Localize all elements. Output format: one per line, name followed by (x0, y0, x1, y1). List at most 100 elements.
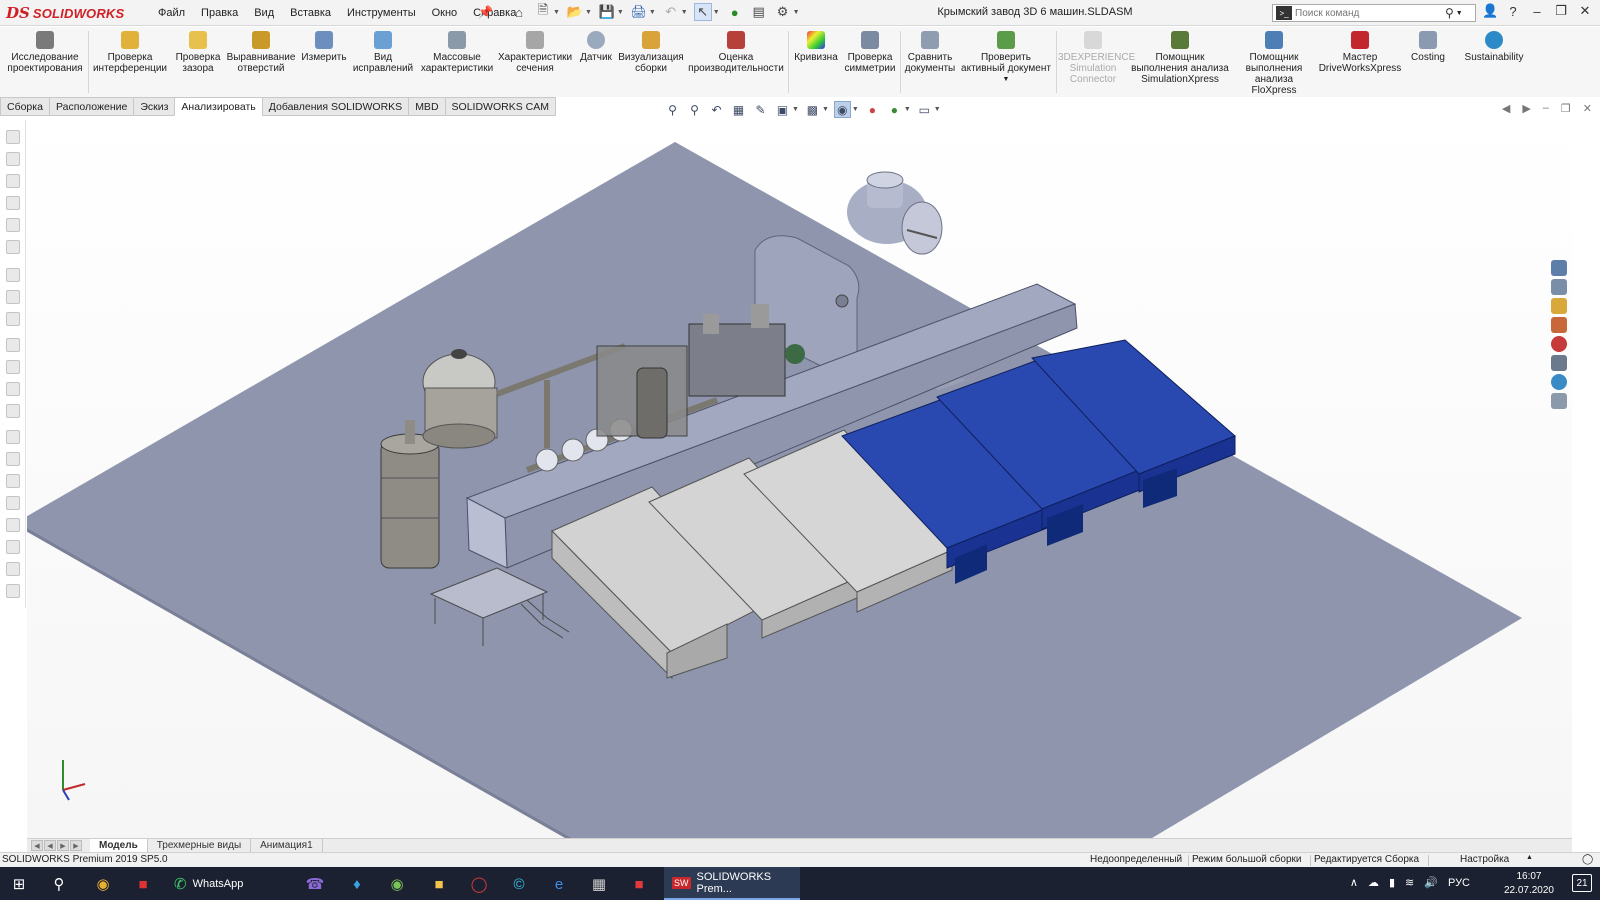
pdf-icon[interactable]: ■ (628, 873, 650, 895)
search-icon[interactable]: ⚲ (1445, 6, 1454, 20)
calculator-icon[interactable]: ▦ (588, 873, 610, 895)
first-tab-icon[interactable]: ◀ (31, 840, 43, 851)
simulationxpress-button[interactable]: Помощник выполнения анализа SimulationXp… (1130, 31, 1230, 85)
panel-tool-icon[interactable] (6, 562, 20, 576)
traffic-light-icon[interactable]: ● (726, 3, 744, 21)
panel-tool-icon[interactable] (6, 382, 20, 396)
viewport-next-icon[interactable]: ▶ (1522, 102, 1530, 115)
design-study-button[interactable]: Исследование проектирования (4, 31, 86, 74)
help-bubble-icon[interactable]: ◯ (1582, 854, 1593, 865)
tab-cam[interactable]: SOLIDWORKS CAM (444, 97, 556, 116)
panel-tool-icon[interactable] (6, 218, 20, 232)
chat-icon[interactable] (1551, 393, 1567, 409)
next-tab-icon[interactable]: ▶ (57, 840, 69, 851)
volume-icon[interactable]: 🔊 (1424, 876, 1438, 889)
curvature-button[interactable]: Кривизна (792, 31, 840, 63)
home-icon[interactable]: ⌂ (510, 3, 528, 21)
panel-tool-icon[interactable] (6, 496, 20, 510)
appearance-icon[interactable]: ● (864, 101, 881, 118)
search-dropdown-icon[interactable]: ▼ (1456, 10, 1463, 17)
panel-tool-icon[interactable] (6, 404, 20, 418)
hole-alignment-button[interactable]: Выравнивание отверстий (226, 31, 296, 74)
check-dropdown-icon[interactable]: ▼ (958, 74, 1054, 85)
notification-center-icon[interactable]: 21 (1572, 874, 1592, 892)
wifi-icon[interactable]: ≋ (1405, 876, 1414, 889)
app-blue-icon[interactable]: ♦ (346, 873, 368, 895)
tab-assembly[interactable]: Сборка (0, 97, 49, 116)
compare-documents-button[interactable]: Сравнить документы (904, 31, 956, 74)
language-indicator[interactable]: РУС (1448, 877, 1470, 889)
file-properties-icon[interactable]: ▤ (750, 3, 768, 21)
hide-show-dropdown-icon[interactable]: ▼ (852, 106, 859, 113)
file-explorer-icon[interactable]: ■ (428, 873, 450, 895)
new-document-icon[interactable]: 🗎 (534, 2, 552, 21)
save-icon[interactable]: 💾 (598, 3, 616, 21)
app-green-icon[interactable]: ◉ (386, 873, 408, 895)
app-c-icon[interactable]: © (508, 873, 530, 895)
chrome-icon[interactable]: ◉ (92, 873, 114, 895)
sustainability-button[interactable]: Sustainability (1456, 31, 1532, 63)
tab-sketch[interactable]: Эскиз (133, 97, 175, 116)
custom-properties-icon[interactable] (1551, 355, 1567, 371)
panel-tool-icon[interactable] (6, 130, 20, 144)
display-style-dropdown-icon[interactable]: ▼ (822, 106, 829, 113)
display-settings-icon[interactable]: ▭ (916, 101, 933, 118)
hide-show-icon[interactable]: ◉ (833, 101, 851, 118)
driveworksxpress-button[interactable]: Мастер DriveWorksXpress (1318, 31, 1402, 74)
open-dropdown-icon[interactable]: ▼ (585, 9, 592, 16)
assembly-visualization-button[interactable]: Визуализация сборки (618, 31, 684, 74)
prev-tab-icon[interactable]: ◀ (44, 840, 56, 851)
measure-button[interactable]: Измерить (298, 31, 350, 63)
panel-tool-icon[interactable] (6, 474, 20, 488)
symmetry-check-button[interactable]: Проверка симметрии (842, 31, 898, 74)
view-palette-icon[interactable] (1551, 317, 1567, 333)
view-orientation-icon[interactable]: ▣ (774, 101, 791, 118)
clearance-check-button[interactable]: Проверка зазора (170, 31, 226, 74)
panel-tool-icon[interactable] (6, 360, 20, 374)
print-dropdown-icon[interactable]: ▼ (649, 9, 656, 16)
menu-window[interactable]: Окно (424, 5, 466, 21)
print-icon[interactable]: 🖨 (630, 3, 648, 21)
onedrive-icon[interactable]: ☁ (1368, 876, 1379, 889)
panel-tool-icon[interactable] (6, 540, 20, 554)
dynamic-annotation-icon[interactable]: ✎ (752, 101, 769, 118)
last-tab-icon[interactable]: ▶ (70, 840, 82, 851)
assembly-3d-view[interactable] (27, 118, 1572, 838)
appearances-icon[interactable] (1551, 336, 1567, 352)
solidworks-logo[interactable]: DS SOLIDWORKS (6, 2, 126, 24)
menu-file[interactable]: Файл (150, 5, 193, 21)
tab-evaluate[interactable]: Анализировать (174, 97, 262, 116)
gear-icon[interactable]: ⚙ (774, 3, 792, 21)
check-active-document-button[interactable]: Проверить активный документ ▼ (958, 31, 1054, 85)
display-settings-dropdown-icon[interactable]: ▼ (934, 106, 941, 113)
opera-icon[interactable]: ◯ (468, 873, 490, 895)
tab-model[interactable]: Модель (90, 838, 148, 853)
panel-tool-icon[interactable] (6, 196, 20, 210)
tab-mbd[interactable]: MBD (408, 97, 445, 116)
view-orientation-dropdown-icon[interactable]: ▼ (792, 106, 799, 113)
panel-tool-icon[interactable] (6, 290, 20, 304)
undo-dropdown-icon[interactable]: ▼ (681, 9, 688, 16)
zoom-area-icon[interactable]: ⚲ (686, 101, 703, 118)
mass-properties-button[interactable]: Массовые характеристики (418, 31, 496, 74)
panel-tool-icon[interactable] (6, 152, 20, 166)
panel-tool-icon[interactable] (6, 174, 20, 188)
viewport-minimize-icon[interactable]: – (1543, 102, 1549, 115)
new-dropdown-icon[interactable]: ▼ (553, 9, 560, 16)
battery-icon[interactable]: ▮ (1389, 876, 1395, 889)
viewport-prev-icon[interactable]: ◀ (1502, 102, 1510, 115)
save-dropdown-icon[interactable]: ▼ (617, 9, 624, 16)
tab-animation[interactable]: Анимация1 (251, 838, 323, 853)
zoom-fit-icon[interactable]: ⚲ (664, 101, 681, 118)
options-dropdown-icon[interactable]: ▼ (793, 9, 800, 16)
forum-icon[interactable] (1551, 374, 1567, 390)
section-properties-button[interactable]: Характеристики сечения (498, 31, 572, 74)
file-explorer-icon[interactable] (1551, 298, 1567, 314)
costing-button[interactable]: Costing (1406, 31, 1450, 63)
panel-tool-icon[interactable] (6, 452, 20, 466)
section-view-icon[interactable]: ▦ (730, 101, 747, 118)
search-icon[interactable]: ⚲ (48, 873, 70, 895)
command-search[interactable]: >_ ⚲ ▼ (1272, 4, 1476, 22)
undo-icon[interactable]: ↶ (662, 3, 680, 21)
select-arrow-icon[interactable]: ↖ (693, 3, 712, 21)
